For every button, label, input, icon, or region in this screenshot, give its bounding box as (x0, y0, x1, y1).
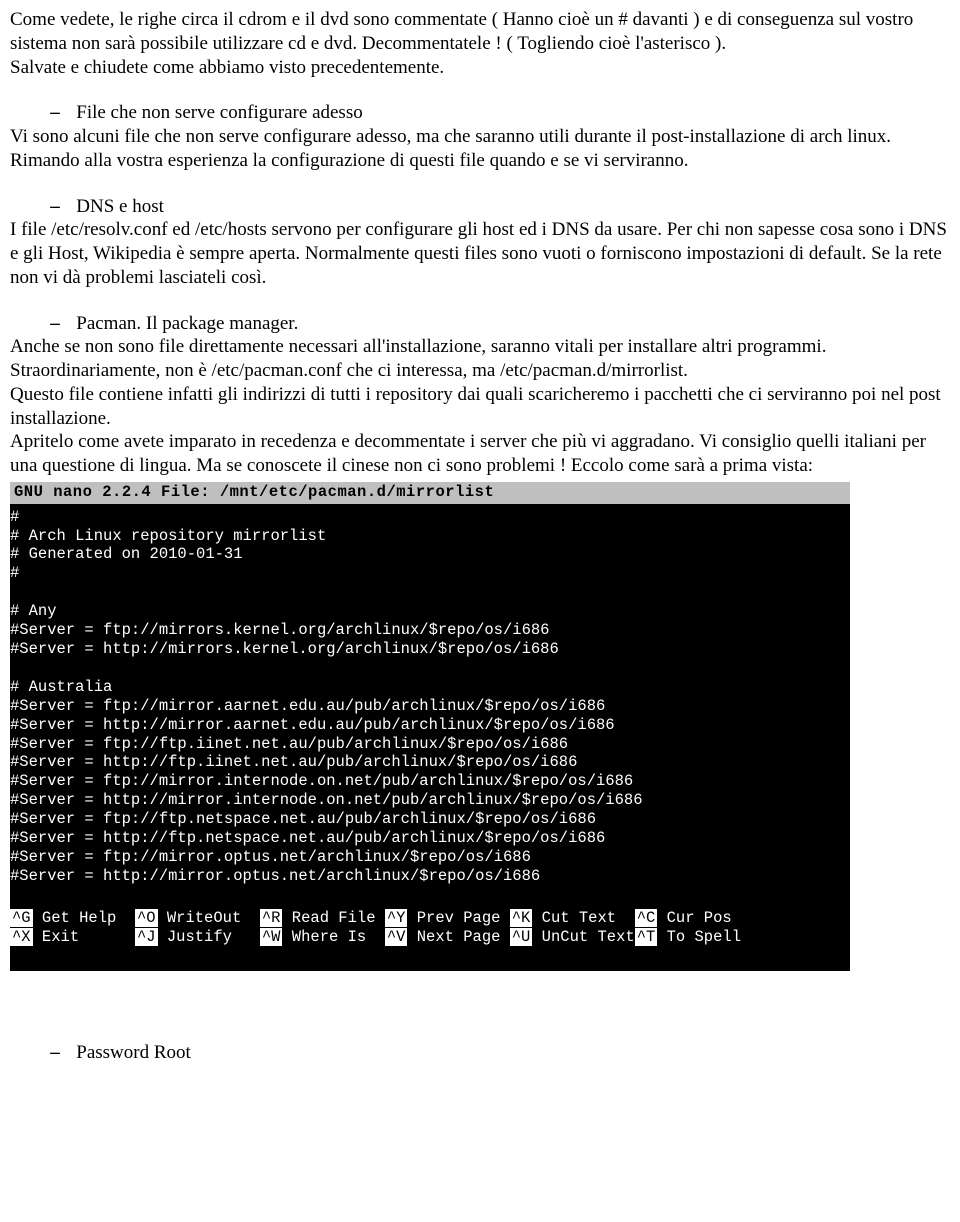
section-title: File che non serve configurare adesso (76, 102, 362, 123)
nano-label: Get Help (33, 909, 135, 927)
nano-key: ^T (635, 928, 658, 946)
dash-icon: – (48, 1041, 62, 1065)
nano-label: Cur Pos (657, 909, 731, 927)
nano-footer: ^G Get Help ^O WriteOut ^R Read File ^Y … (10, 888, 850, 966)
section-title: Password Root (76, 1042, 191, 1063)
section-file-non-serve: – File che non serve configurare adesso … (10, 101, 950, 172)
nano-label: Cut Text (532, 909, 634, 927)
section-pacman: – Pacman. Il package manager. Anche se n… (10, 312, 950, 478)
nano-key: ^V (385, 928, 408, 946)
nano-key: ^C (635, 909, 658, 927)
nano-key: ^W (260, 928, 283, 946)
section-body: Anche se non sono file direttamente nece… (10, 335, 950, 478)
nano-label: WriteOut (158, 909, 260, 927)
nano-label: Read File (282, 909, 384, 927)
nano-key: ^Y (385, 909, 408, 927)
nano-label: Prev Page (407, 909, 509, 927)
section-title: DNS e host (76, 196, 164, 217)
dash-icon: – (48, 312, 62, 336)
nano-label: UnCut Text (532, 928, 634, 946)
nano-key: ^G (10, 909, 33, 927)
intro-paragraph: Come vedete, le righe circa il cdrom e i… (10, 8, 950, 79)
nano-body: # # Arch Linux repository mirrorlist # G… (10, 504, 850, 888)
nano-label: To Spell (657, 928, 741, 946)
section-password-root: – Password Root (10, 1041, 950, 1065)
nano-key: ^X (10, 928, 33, 946)
nano-label: Next Page (407, 928, 509, 946)
nano-label: Exit (33, 928, 135, 946)
dash-icon: – (48, 195, 62, 219)
section-body: I file /etc/resolv.conf ed /etc/hosts se… (10, 218, 950, 289)
nano-key: ^K (510, 909, 533, 927)
section-title: Pacman. Il package manager. (76, 313, 298, 334)
nano-key: ^O (135, 909, 158, 927)
dash-icon: – (48, 101, 62, 125)
section-dns-host: – DNS e host I file /etc/resolv.conf ed … (10, 195, 950, 290)
nano-label: Where Is (282, 928, 384, 946)
section-body: Vi sono alcuni file che non serve config… (10, 125, 950, 173)
nano-key: ^J (135, 928, 158, 946)
nano-header: GNU nano 2.2.4 File: /mnt/etc/pacman.d/m… (10, 482, 850, 504)
nano-key: ^U (510, 928, 533, 946)
nano-key: ^R (260, 909, 283, 927)
nano-label: Justify (158, 928, 260, 946)
terminal-screenshot: GNU nano 2.2.4 File: /mnt/etc/pacman.d/m… (10, 482, 850, 972)
